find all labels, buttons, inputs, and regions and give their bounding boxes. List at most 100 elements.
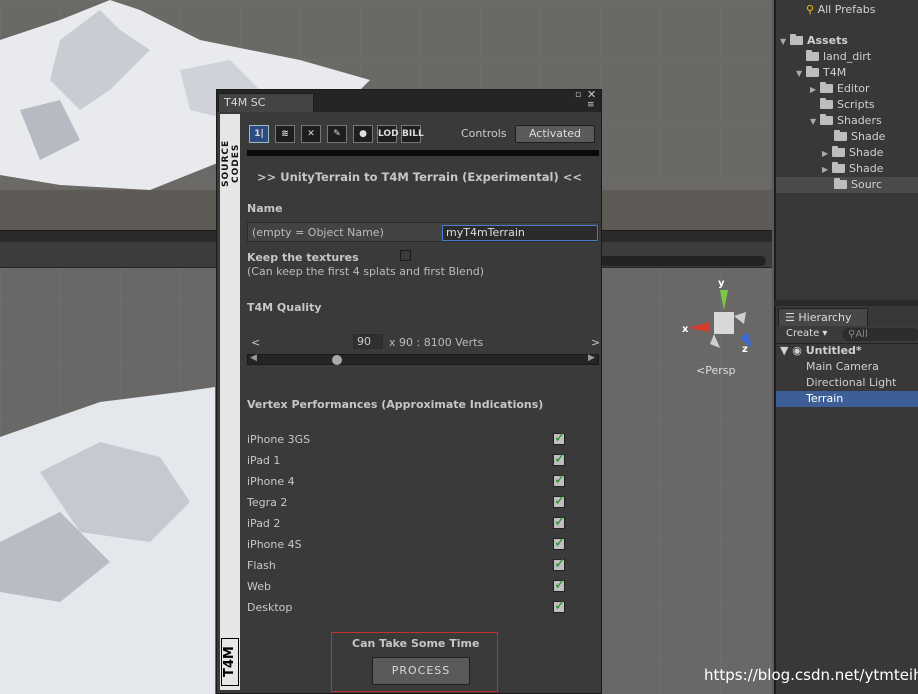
device-name: Tegra 2 <box>247 496 288 509</box>
hierarchy-panel: ☰ Hierarchy Create ▾ ⚲All ▼ ◉ Untitled* … <box>774 306 918 694</box>
tree-label: Sourc <box>851 178 883 191</box>
toolbar-tree-icon[interactable]: ● <box>353 125 373 143</box>
dialog-heading: >> UnityTerrain to T4M Terrain (Experime… <box>257 170 583 184</box>
tree-item-shade-2[interactable]: ▶ Shade <box>822 145 883 161</box>
side-banner: SOURCE CODES T4M <box>220 114 241 690</box>
t4m-logo: T4M <box>221 638 239 686</box>
quality-label: T4M Quality <box>247 301 322 314</box>
tree-item-assets[interactable]: ▼ Assets <box>780 33 848 49</box>
slider-left-arrow-icon[interactable]: ◀ <box>250 353 257 363</box>
expand-arrow-icon[interactable]: ▼ <box>810 114 820 130</box>
folder-icon <box>790 34 803 45</box>
quality-slider[interactable]: ◀ ▶ <box>247 353 599 365</box>
watermark-text: https://blog.csdn.net/ytmteihc <box>704 666 918 684</box>
folder-icon <box>820 82 833 93</box>
hierarchy-item-main-camera[interactable]: Main Camera <box>776 359 918 375</box>
collapse-arrow-icon[interactable]: ▶ <box>822 162 832 178</box>
quality-slider-thumb[interactable] <box>331 355 342 365</box>
process-button[interactable]: PROCESS <box>372 657 470 685</box>
tree-item-editor[interactable]: ▶ Editor <box>810 81 870 97</box>
search-icon: ⚲ <box>806 3 815 16</box>
window-tab[interactable]: T4M SC <box>218 93 314 112</box>
controls-label: Controls <box>461 127 507 140</box>
toolbar-layers-icon[interactable]: ≋ <box>275 125 295 143</box>
persp-label[interactable]: <Persp <box>696 364 735 377</box>
tree-label: Shade <box>849 162 884 175</box>
expand-arrow-icon[interactable]: ▼ <box>796 66 806 82</box>
tree-item-source[interactable]: Sourc <box>776 177 918 193</box>
device-check-icon <box>553 430 566 446</box>
collapse-arrow-icon[interactable]: ▶ <box>822 146 832 162</box>
quality-increase-button[interactable]: > <box>591 336 600 349</box>
collapse-arrow-icon[interactable]: ▶ <box>810 82 820 98</box>
create-dropdown[interactable]: Create ▾ <box>786 328 827 339</box>
device-name: Flash <box>247 559 276 572</box>
device-check-icon <box>553 577 566 593</box>
unity-icon: ◉ <box>792 344 802 357</box>
hierarchy-item-label: Directional Light <box>806 376 897 389</box>
folder-icon <box>832 146 845 157</box>
tree-item-shade-1[interactable]: Shade <box>834 129 885 145</box>
expand-arrow-icon[interactable]: ▼ <box>780 34 790 50</box>
device-check-icon <box>553 598 566 614</box>
hierarchy-toolbar: Create ▾ ⚲All <box>776 326 918 344</box>
folder-icon <box>806 50 819 61</box>
folder-icon <box>834 178 847 189</box>
tree-item-shade-3[interactable]: ▶ Shade <box>822 161 883 177</box>
keep-textures-label: Keep the textures <box>247 251 359 264</box>
maximize-icon[interactable]: ▫ <box>575 90 581 100</box>
quality-verts-text: x 90 : 8100 Verts <box>389 336 484 349</box>
slider-right-arrow-icon[interactable]: ▶ <box>588 353 595 363</box>
tree-label: Assets <box>807 34 848 47</box>
device-name: iPad 1 <box>247 454 281 467</box>
tree-label: Shade <box>849 146 884 159</box>
name-input[interactable]: myT4mTerrain <box>442 225 598 241</box>
toolbar-billboard-icon[interactable]: BILL <box>401 125 424 143</box>
device-name: iPhone 3GS <box>247 433 311 446</box>
toolbar-paint-icon[interactable]: ✎ <box>327 125 347 143</box>
vertex-performance-label: Vertex Performances (Approximate Indicat… <box>247 398 544 411</box>
quality-decrease-button[interactable]: < <box>251 336 260 349</box>
device-check-icon <box>553 451 566 467</box>
gizmo-z-label: z <box>742 344 748 355</box>
device-check-icon <box>553 472 566 488</box>
scene-root-item[interactable]: ▼ ◉ Untitled* <box>776 343 918 359</box>
scene-gizmo[interactable]: y x z <Persp <box>680 278 770 378</box>
device-check-icon <box>553 493 566 509</box>
name-label: Name <box>247 202 283 215</box>
device-name: Desktop <box>247 601 293 614</box>
device-check-icon <box>553 514 566 530</box>
list-icon: ☰ <box>785 311 795 324</box>
all-prefabs-item[interactable]: ⚲ All Prefabs <box>806 2 876 18</box>
scene-toolbar-slider[interactable] <box>600 256 766 266</box>
folder-icon <box>834 130 847 141</box>
activated-button[interactable]: Activated <box>515 125 595 143</box>
device-name: iPhone 4S <box>247 538 302 551</box>
tree-item-t4m[interactable]: ▼ T4M <box>796 65 846 81</box>
hierarchy-tab[interactable]: ☰ Hierarchy <box>778 308 868 326</box>
tree-label: land_dirt <box>823 50 872 63</box>
gizmo-y-label: y <box>718 278 725 289</box>
t4m-window: T4M SC ▫ ✕ ≡ SOURCE CODES T4M 1| ≋ ✕ ✎ ●… <box>216 88 602 694</box>
tree-item-shaders[interactable]: ▼ Shaders <box>810 113 882 129</box>
toolbar-tools-icon[interactable]: ✕ <box>301 125 321 143</box>
quality-value-field[interactable]: 90 <box>353 334 383 349</box>
device-check-icon <box>553 535 566 551</box>
tree-item-land-dirt[interactable]: land_dirt <box>806 49 871 65</box>
tree-label: Scripts <box>837 98 875 111</box>
process-section: Can Take Some Time PROCESS <box>331 632 498 692</box>
menu-icon[interactable]: ≡ <box>587 100 595 110</box>
all-prefabs-label: All Prefabs <box>817 3 876 16</box>
hierarchy-item-terrain[interactable]: Terrain <box>776 391 918 407</box>
toolbar-conversion-icon[interactable]: 1| <box>249 125 269 143</box>
window-titlebar: T4M SC ▫ ✕ ≡ <box>217 88 601 112</box>
tree-item-scripts[interactable]: Scripts <box>820 97 875 113</box>
hierarchy-item-directional-light[interactable]: Directional Light <box>776 375 918 391</box>
folder-icon <box>820 98 833 109</box>
toolbar-lod-icon[interactable]: LOD <box>377 125 399 143</box>
tree-label: Shade <box>851 130 886 143</box>
keep-textures-checkbox[interactable] <box>400 250 411 261</box>
separator-bar <box>247 150 599 156</box>
hierarchy-search-input[interactable]: ⚲All <box>842 328 918 341</box>
name-row: (empty = Object Name) myT4mTerrain <box>247 222 599 242</box>
